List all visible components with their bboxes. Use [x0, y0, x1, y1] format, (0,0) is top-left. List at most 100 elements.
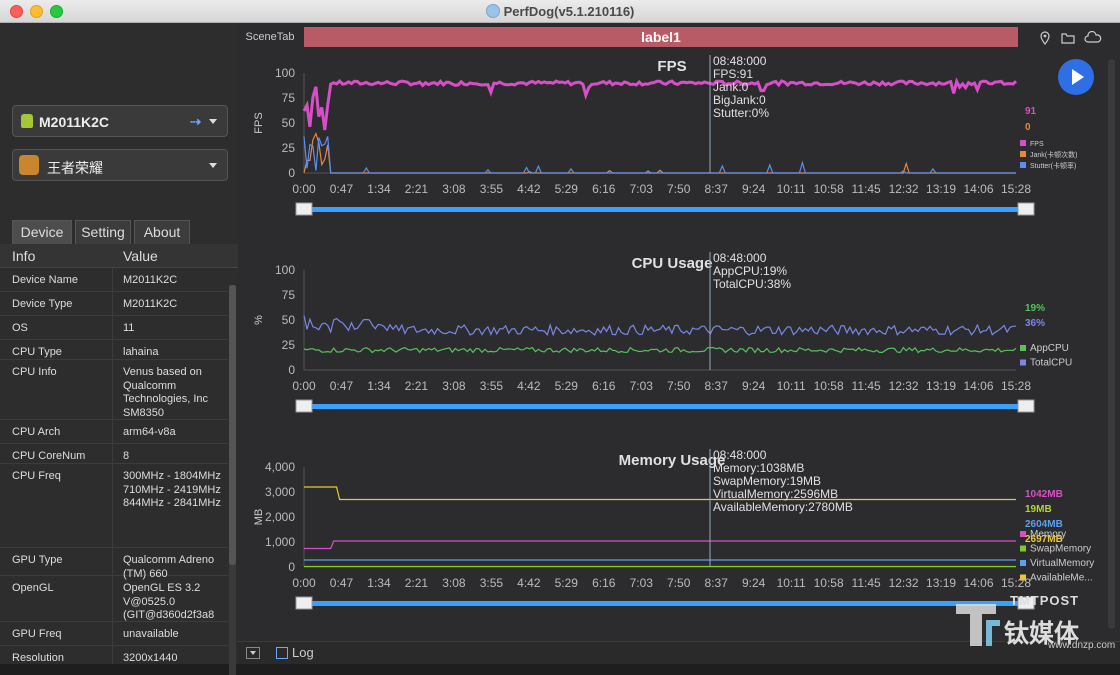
x-tick-label: 2:21 [405, 379, 429, 393]
tab-setting[interactable]: Setting [75, 220, 131, 244]
x-tick-label: 10:58 [814, 379, 844, 393]
table-row: CPU Info Venus based on Qualcomm Technolo… [0, 360, 228, 420]
app-selector[interactable]: 王者荣耀 [12, 149, 228, 181]
x-tick-label: 14:06 [964, 576, 994, 590]
x-tick-label: 11:45 [852, 576, 881, 590]
x-tick-label: 8:37 [705, 576, 729, 590]
x-tick-label: 7:03 [630, 379, 654, 393]
y-tick-label: 50 [282, 116, 296, 130]
window-titlebar: PerfDog(v5.1.210116) [0, 0, 1120, 23]
legend-swatch [1020, 151, 1026, 157]
folder-icon[interactable] [1061, 31, 1075, 45]
column-header-info: Info [12, 248, 36, 264]
info-key: CPU Freq [12, 470, 61, 482]
column-divider [112, 360, 113, 419]
scene-label-bar[interactable]: label1 [304, 27, 1018, 47]
location-pin-icon[interactable] [1038, 31, 1052, 45]
x-tick-label: 7:50 [667, 379, 691, 393]
table-row: CPU Freq 300MHz - 1804MHz 710MHz - 2419MH… [0, 464, 228, 548]
table-row: Device Type M2011K2C [0, 292, 228, 316]
play-button[interactable] [1058, 59, 1094, 95]
y-tick-label: 3,000 [265, 485, 295, 499]
cursor-readout: AppCPU:19% [713, 264, 787, 278]
x-tick-label: 4:42 [517, 576, 541, 590]
legend-swatch [1020, 560, 1026, 566]
y-tick-label: 0 [288, 363, 295, 377]
app-icon [19, 155, 39, 175]
chevron-down-icon [250, 651, 256, 655]
scrollbar-thumb[interactable] [229, 285, 236, 565]
y-tick-label: 100 [275, 66, 295, 80]
info-value: arm64-v8a [123, 426, 176, 438]
legend-label: AvailableMe... [1030, 573, 1093, 584]
table-row: OpenGL OpenGL ES 3.2 V@0525.0 (GIT@d360d2… [0, 576, 228, 622]
collapse-button[interactable] [246, 647, 260, 659]
info-value: 3200x1440 [123, 652, 178, 664]
y-tick-label: 25 [282, 338, 296, 352]
current-value: 91 [1025, 106, 1037, 117]
x-tick-label: 3:08 [442, 182, 466, 196]
info-value: unavailable [123, 628, 179, 640]
time-range-slider[interactable] [296, 601, 1026, 606]
charts-scrollbar[interactable] [1108, 59, 1115, 629]
column-divider [112, 292, 113, 315]
legend-label: TotalCPU [1030, 358, 1072, 369]
info-key: CPU CoreNum [12, 450, 86, 462]
info-key: OpenGL [12, 582, 54, 594]
chart-title: FPS [657, 58, 686, 75]
x-tick-label: 0:00 [292, 182, 316, 196]
watermark-brand: TMTPOST [1010, 593, 1080, 608]
info-key: Device Name [12, 274, 79, 286]
tab-about[interactable]: About [134, 220, 190, 244]
x-tick-label: 10:58 [814, 576, 844, 590]
time-range-slider[interactable] [296, 207, 1026, 212]
cursor-readout: TotalCPU:38% [713, 277, 791, 291]
info-value: M2011K2C [123, 298, 178, 310]
series-line-availableme [304, 486, 1016, 501]
cursor-readout: Memory:1038MB [713, 461, 804, 475]
time-range-slider[interactable] [296, 404, 1026, 409]
info-key: CPU Arch [12, 426, 61, 438]
x-tick-label: 10:11 [777, 576, 806, 590]
x-tick-label: 3:08 [442, 576, 466, 590]
chart-title: Memory Usage [619, 452, 726, 469]
log-checkbox[interactable] [276, 647, 288, 659]
current-value: 36% [1025, 318, 1045, 329]
y-tick-label: 0 [288, 560, 295, 574]
y-axis-label: MB [253, 509, 265, 526]
column-divider [112, 646, 113, 664]
cloud-icon[interactable] [1084, 31, 1102, 45]
range-handle-end[interactable] [1017, 399, 1035, 413]
legend-swatch [1020, 359, 1026, 366]
x-tick-label: 0:00 [292, 576, 316, 590]
sidebar: M2011K2C ⇢ 王者荣耀 Device Setting About Inf… [0, 23, 238, 675]
tab-device[interactable]: Device [12, 220, 72, 244]
info-scrollbar[interactable] [229, 285, 236, 675]
range-handle-start[interactable] [295, 202, 313, 216]
y-tick-label: 2,000 [265, 510, 295, 524]
info-value: M2011K2C [123, 274, 178, 286]
range-handle-start[interactable] [295, 596, 313, 610]
x-tick-label: 13:19 [926, 379, 956, 393]
column-divider [112, 316, 113, 339]
x-tick-label: 11:45 [852, 182, 881, 196]
info-key: CPU Info [12, 366, 57, 378]
usb-link-icon[interactable]: ⇢ [190, 114, 201, 130]
column-divider [112, 576, 113, 621]
y-axis-label: FPS [253, 112, 265, 133]
x-tick-label: 1:34 [367, 576, 391, 590]
range-handle-start[interactable] [295, 399, 313, 413]
series-line-fps [302, 77, 1018, 131]
table-row: GPU Freq unavailable [0, 622, 228, 646]
table-row: Device Name M2011K2C [0, 268, 228, 292]
legend-swatch [1020, 345, 1026, 351]
series-line-totalcpu [303, 315, 1017, 337]
y-tick-label: 25 [282, 141, 296, 155]
x-tick-label: 2:21 [405, 576, 429, 590]
range-handle-end[interactable] [1017, 202, 1035, 216]
x-tick-label: 12:32 [889, 182, 919, 196]
chevron-down-icon [209, 163, 217, 168]
scene-tab-button[interactable]: SceneTab [238, 27, 302, 47]
legend-label: Jank(卡顿次数) [1030, 150, 1077, 159]
device-selector[interactable]: M2011K2C ⇢ [12, 105, 228, 137]
